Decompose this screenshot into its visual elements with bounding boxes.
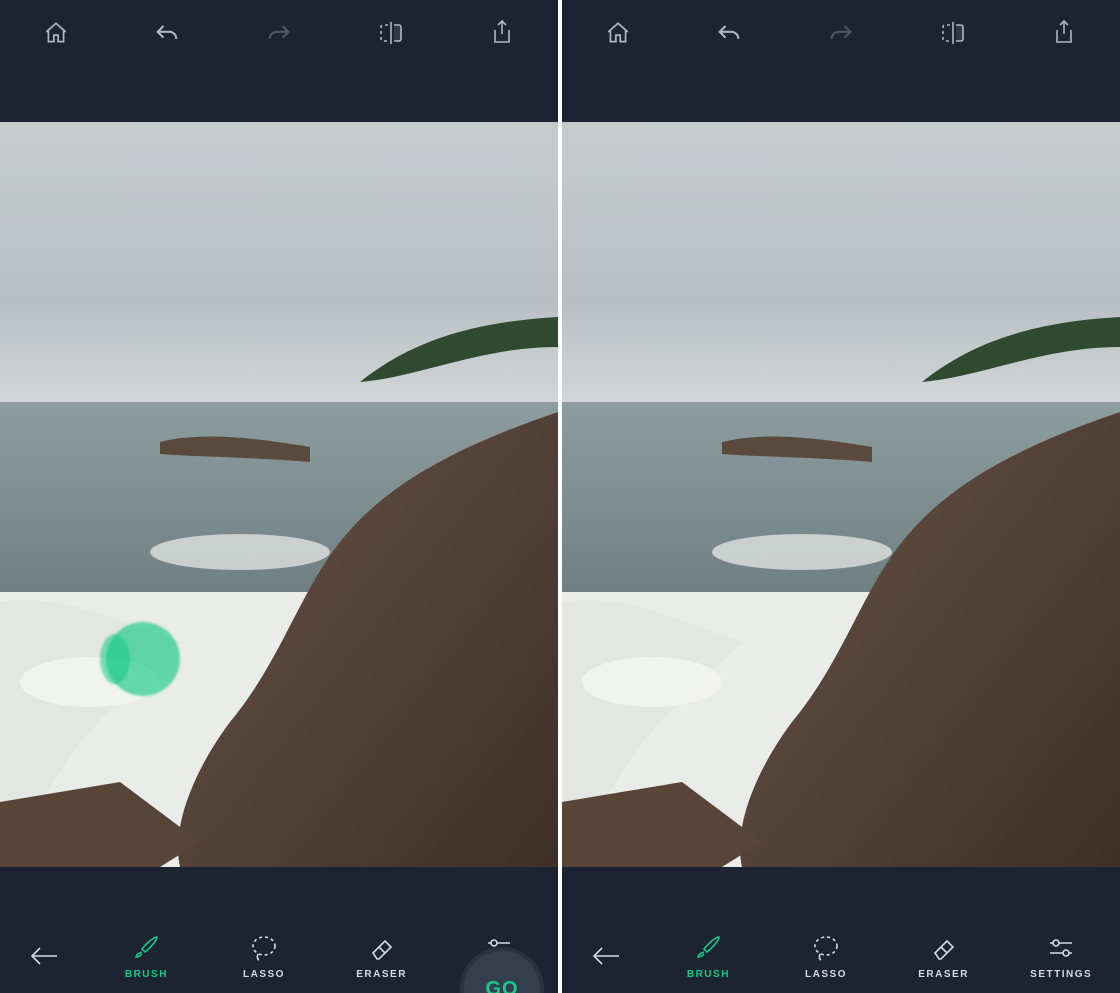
toolbar-spacer (562, 66, 1120, 122)
redo-icon[interactable] (251, 13, 307, 53)
brush-selection-mark (106, 622, 180, 696)
photo-placeholder (562, 122, 1120, 867)
tool-brush-label: BRUSH (687, 969, 730, 980)
compare-icon[interactable] (363, 13, 419, 53)
undo-icon[interactable] (139, 13, 195, 53)
right-pane: BRUSH LASSO ERASER SETTINGS (562, 0, 1120, 993)
tool-eraser[interactable]: ERASER (899, 933, 989, 980)
go-button-label: GO (485, 978, 518, 993)
tool-eraser-label: ERASER (918, 969, 969, 980)
brush-icon (131, 933, 161, 963)
tool-lasso[interactable]: LASSO (219, 933, 309, 980)
toolbar-spacer (0, 66, 558, 122)
tool-lasso-label: LASSO (805, 969, 847, 980)
tool-brush[interactable]: BRUSH (663, 933, 753, 980)
back-icon[interactable] (576, 946, 636, 966)
tool-lasso[interactable]: LASSO (781, 933, 871, 980)
lasso-icon (811, 933, 841, 963)
share-icon[interactable] (1036, 13, 1092, 53)
image-canvas[interactable] (0, 122, 558, 867)
photo-placeholder (0, 122, 558, 867)
eraser-icon (929, 933, 959, 963)
image-canvas[interactable] (562, 122, 1120, 867)
home-icon[interactable] (28, 13, 84, 53)
tool-settings-label: SETTINGS (1030, 969, 1092, 980)
redo-icon[interactable] (813, 13, 869, 53)
canvas-underbar: GO (0, 867, 558, 919)
tool-brush-label: BRUSH (125, 969, 168, 980)
brush-icon (693, 933, 723, 963)
top-toolbar (0, 0, 558, 66)
top-toolbar (562, 0, 1120, 66)
tool-eraser-label: ERASER (356, 969, 407, 980)
lasso-icon (249, 933, 279, 963)
left-pane: GO BRUSH LASSO ERASER SETTINGS (0, 0, 558, 993)
undo-icon[interactable] (701, 13, 757, 53)
app-panes: GO BRUSH LASSO ERASER SETTINGS (0, 0, 1120, 993)
eraser-icon (367, 933, 397, 963)
canvas-underbar (562, 867, 1120, 919)
bottom-toolbar: BRUSH LASSO ERASER SETTINGS (562, 919, 1120, 993)
compare-icon[interactable] (925, 13, 981, 53)
tool-brush[interactable]: BRUSH (101, 933, 191, 980)
tool-lasso-label: LASSO (243, 969, 285, 980)
back-icon[interactable] (14, 946, 74, 966)
tool-eraser[interactable]: ERASER (337, 933, 427, 980)
share-icon[interactable] (474, 13, 530, 53)
settings-icon (1046, 933, 1076, 963)
home-icon[interactable] (590, 13, 646, 53)
tool-settings[interactable]: SETTINGS (1016, 933, 1106, 980)
